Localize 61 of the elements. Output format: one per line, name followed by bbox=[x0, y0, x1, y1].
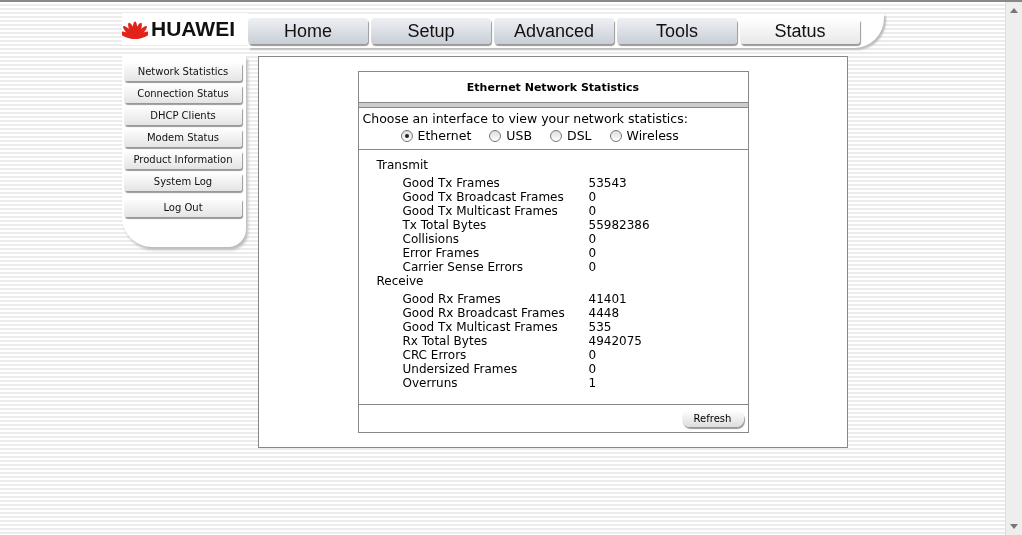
interface-radio[interactable]: Wireless bbox=[609, 128, 679, 143]
interface-radio[interactable]: Ethernet bbox=[400, 128, 472, 143]
sidebar-button[interactable]: System Log bbox=[124, 172, 242, 191]
stat-value: 41401 bbox=[588, 292, 627, 306]
stat-value: 535 bbox=[588, 320, 612, 334]
nav-tab[interactable]: Home bbox=[248, 18, 368, 44]
section-title: Transmit bbox=[376, 158, 429, 172]
interface-radio[interactable]: DSL bbox=[550, 128, 592, 143]
stat-value: 0 bbox=[588, 260, 597, 274]
scroll-down-icon[interactable] bbox=[1010, 524, 1018, 529]
nav-tab[interactable]: Advanced bbox=[494, 18, 614, 44]
radio-label: USB bbox=[506, 128, 533, 143]
stat-label: CRC Errors bbox=[402, 348, 468, 362]
stat-value: 53543 bbox=[588, 176, 627, 190]
stat-value: 0 bbox=[588, 348, 597, 362]
sidebar-button[interactable]: DHCP Clients bbox=[124, 106, 242, 125]
stat-label: Rx Total Bytes bbox=[402, 334, 489, 348]
prompt-text: Choose an interface to view your network statistics: bbox=[361, 110, 689, 126]
stat-value: 0 bbox=[588, 204, 597, 218]
radio-icon[interactable] bbox=[400, 129, 413, 142]
scrollbar[interactable] bbox=[1005, 2, 1022, 535]
stat-value: 0 bbox=[588, 246, 597, 260]
section-title: Receive bbox=[376, 274, 425, 288]
stat-label: Good Tx Multicast Frames bbox=[402, 320, 559, 334]
radio-label: Wireless bbox=[626, 128, 679, 143]
stat-label: Good Tx Frames bbox=[402, 176, 501, 190]
radio-label: DSL bbox=[567, 128, 592, 143]
stat-label: Overruns bbox=[402, 376, 459, 390]
logout-button[interactable]: Log Out bbox=[124, 198, 242, 217]
stat-label: Good Rx Frames bbox=[402, 292, 502, 306]
radio-label: Ethernet bbox=[417, 128, 472, 143]
logo-icon bbox=[122, 19, 148, 39]
stat-value: 4942075 bbox=[588, 334, 642, 348]
stat-label: Good Rx Broadcast Frames bbox=[402, 306, 566, 320]
stat-value: 0 bbox=[588, 232, 597, 246]
sidebar-button[interactable]: Connection Status bbox=[124, 84, 242, 103]
nav-tab[interactable]: Tools bbox=[617, 18, 737, 44]
stat-value: 55982386 bbox=[588, 218, 650, 232]
stat-value: 0 bbox=[588, 190, 597, 204]
sidebar-button[interactable]: Network Statistics bbox=[124, 62, 242, 81]
stat-label: Collisions bbox=[402, 232, 460, 246]
stat-label: Carrier Sense Errors bbox=[402, 260, 524, 274]
scroll-up-icon[interactable] bbox=[1010, 8, 1018, 13]
sidebar-button[interactable]: Product Information bbox=[124, 150, 242, 169]
radio-icon[interactable] bbox=[489, 129, 502, 142]
stat-value: 0 bbox=[588, 362, 597, 376]
stat-value: 1 bbox=[588, 376, 597, 390]
stat-label: Undersized Frames bbox=[402, 362, 519, 376]
stat-label: Good Tx Multicast Frames bbox=[402, 204, 559, 218]
radio-icon[interactable] bbox=[609, 129, 622, 142]
radio-icon[interactable] bbox=[550, 129, 563, 142]
brand-logo: HUAWEI bbox=[151, 17, 235, 41]
stat-value: 4448 bbox=[588, 306, 620, 320]
refresh-button[interactable]: Refresh bbox=[681, 410, 744, 427]
stat-label: Error Frames bbox=[402, 246, 481, 260]
stat-label: Good Tx Broadcast Frames bbox=[402, 190, 565, 204]
interface-radio[interactable]: USB bbox=[489, 128, 533, 143]
stat-label: Tx Total Bytes bbox=[402, 218, 488, 232]
nav-tab[interactable]: Setup bbox=[371, 18, 491, 44]
sidebar-button[interactable]: Modem Status bbox=[124, 128, 242, 147]
nav-tab[interactable]: Status bbox=[740, 18, 860, 44]
